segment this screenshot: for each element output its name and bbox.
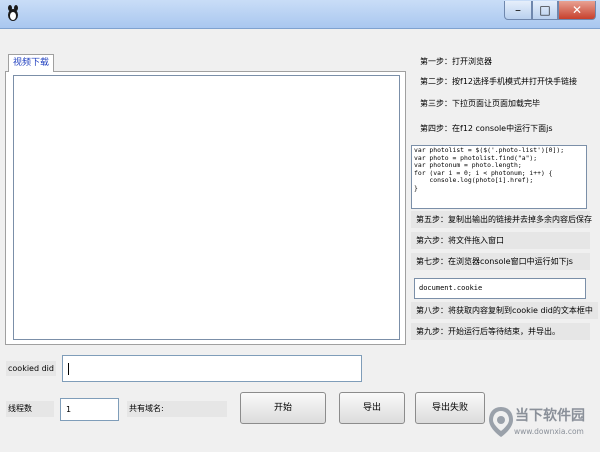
step-3-text: 第三步：下拉页面让页面加载完毕 — [420, 99, 540, 108]
minimize-button[interactable]: – — [504, 1, 532, 20]
shared-domain-label: 共有域名: — [129, 404, 164, 413]
tab-video-download[interactable]: 视频下载 — [8, 54, 54, 72]
step-9-text: 第九步：开始运行后等待结束，并导出。 — [416, 327, 560, 336]
title-bar[interactable]: – □ ✕ — [0, 0, 600, 29]
watermark-url: www.downxia.com — [514, 427, 584, 436]
watermark-title: 当下软件园 — [515, 408, 585, 424]
close-button[interactable]: ✕ — [558, 1, 596, 20]
step-1-text: 第一步：打开浏览器 — [420, 57, 492, 66]
cookie-did-label: cookied did — [8, 364, 54, 373]
js-code-box[interactable]: var photolist = $($('.photo-list')[0]); … — [411, 145, 587, 209]
step-6-text: 第六步：将文件拖入窗口 — [416, 236, 504, 245]
step-8-text: 第八步：将获取内容复制到cookie did的文本框中 — [416, 306, 593, 315]
video-list-box[interactable] — [13, 75, 400, 340]
step-2-text: 第二步：按f12选择手机模式并打开快手链接 — [420, 77, 577, 86]
app-logo-icon — [8, 5, 18, 21]
step-5-text: 第五步：复制出输出的链接并去掉多余内容后保存 — [416, 215, 592, 224]
start-button[interactable]: 开始 — [240, 392, 326, 424]
step-4-text: 第四步：在f12 console中运行下面js — [420, 124, 553, 133]
export-failed-button[interactable]: 导出失败 — [415, 392, 485, 424]
cookie-did-input[interactable] — [62, 355, 362, 382]
thread-count-input[interactable]: 1 — [60, 398, 119, 421]
step-7-text: 第七步：在浏览器console窗口中运行如下js — [416, 257, 573, 266]
thread-count-label: 线程数 — [8, 404, 32, 413]
maximize-button[interactable]: □ — [532, 1, 558, 20]
cookie-code-box[interactable]: document.cookie — [414, 278, 586, 299]
watermark-logo-icon — [489, 407, 513, 437]
watermark: 当下软件园 www.downxia.com — [487, 405, 600, 445]
export-button[interactable]: 导出 — [339, 392, 405, 424]
text-caret — [68, 362, 69, 375]
